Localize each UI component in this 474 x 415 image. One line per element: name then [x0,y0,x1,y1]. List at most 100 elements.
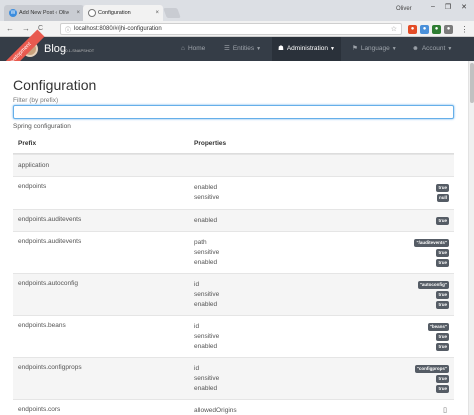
window-close-icon[interactable]: ✕ [457,3,471,11]
page-icon [88,9,96,17]
property-value-badge: true [436,217,449,225]
nav-language[interactable]: ⚑ Language ▼ [352,37,397,61]
property-name: id [194,323,200,330]
property-value-badge: true [436,333,449,341]
browser-menu-icon[interactable]: ⋮ [460,25,469,34]
property-line: id "autoconfig" [194,280,449,290]
flag-icon: ⚑ [352,45,358,52]
extension-icon[interactable]: ● [432,25,441,34]
property-name: sensitive [194,291,220,298]
extension-icon[interactable]: ● [420,25,429,34]
nav-label: Account [421,45,446,52]
caret-down-icon: ▼ [391,46,397,52]
browser-tab-strip: W Add New Post ‹ Oliver's × Configuratio… [0,0,474,21]
nav-account[interactable]: ☻ Account ▼ [412,37,452,61]
back-icon[interactable]: ← [6,24,14,34]
users-icon: ☗ [278,45,284,52]
scrollbar-thumb[interactable] [470,63,474,103]
forward-icon[interactable]: → [22,24,30,34]
row-prefix: endpoints.beans [18,322,66,329]
property-line: sensitive true [194,290,449,300]
property-value-badge: true [436,184,449,192]
caret-down-icon: ▼ [447,46,453,52]
table-row: endpoints enabled true sensitive null [13,176,454,209]
property-line: sensitive true [194,332,449,342]
table-row: endpoints.corsallowedOrigins▯maxAge1800 [13,399,454,415]
new-tab-button[interactable] [163,8,181,18]
nav-label: Language [360,45,390,52]
configuration-table: Prefix Properties application endpoints en… [13,134,454,415]
page-scrollbar[interactable] [468,61,474,415]
property-name: id [194,281,200,288]
extension-icon[interactable]: ● [408,25,417,34]
property-line: enabled true [194,342,449,352]
address-bar-row: ← → C ⓘ localhost:8080/#/jhi-configurati… [0,21,474,37]
table-row: endpoints.autoconfig id "autoconfig" sensit… [13,273,454,315]
nav-administration[interactable]: ☗ Administration ▼ [272,37,341,61]
column-header-prefix[interactable]: Prefix [18,140,36,147]
caret-down-icon: ▼ [256,46,262,52]
filter-label: Filter (by prefix) [13,97,59,104]
row-prefix: endpoints.cors [18,406,61,413]
tab-title: Configuration [98,10,131,16]
property-value-badge: true [436,301,449,309]
property-line: id "beans" [194,322,449,332]
table-body: application endpoints enabled true sensitive… [13,154,454,415]
nav-home[interactable]: ⌂ Home [181,37,205,61]
property-name: sensitive [194,333,220,340]
property-name: path [194,239,207,246]
property-value-badge: true [436,375,449,383]
table-header: Prefix Properties [13,134,454,154]
property-line: enabled true [194,300,449,310]
caret-down-icon: ▼ [330,46,335,52]
bookmark-star-icon[interactable]: ☆ [391,25,397,33]
home-icon: ⌂ [181,45,185,52]
nav-entities[interactable]: ☰ Entities ▼ [224,37,261,61]
property-name: sensitive [194,194,220,201]
property-value-badge: "/auditevents" [414,239,449,247]
property-name: allowedOrigins [194,407,237,414]
property-line: enabled true [194,183,449,193]
nav-label: Entities [232,45,255,52]
url-input[interactable]: ⓘ localhost:8080/#/jhi-configuration ☆ [60,23,402,35]
property-name: enabled [194,217,218,224]
close-icon[interactable]: × [76,5,80,21]
property-name: enabled [194,343,218,350]
table-row: endpoints.auditevents path "/auditevents" s… [13,231,454,273]
column-header-properties[interactable]: Properties [194,140,226,147]
property-line: sensitive true [194,374,449,384]
property-value-badge: null [437,194,449,202]
browser-tab-add-new-post[interactable]: W Add New Post ‹ Oliver's × [4,5,84,21]
extension-icon[interactable]: ● [444,25,453,34]
property-value-badge: "beans" [427,323,449,331]
filter-input[interactable] [13,105,454,119]
minimize-icon[interactable]: – [426,3,440,10]
property-line: enabled true [194,384,449,394]
browser-tab-configuration[interactable]: Configuration × [83,5,163,21]
row-prefix: endpoints.configprops [18,364,82,371]
table-row: endpoints.beans id "beans" sensitive true ena… [13,315,454,357]
page-title: Configuration [13,77,97,93]
nav-label: Administration [286,45,329,52]
maximize-icon[interactable]: ❐ [441,3,455,11]
property-value-badge: true [436,291,449,299]
main-content: Configuration Filter (by prefix) Spring … [0,61,474,415]
section-title: Spring configuration [13,123,71,130]
close-icon[interactable]: × [155,5,159,21]
list-icon: ☰ [224,45,230,52]
property-name: enabled [194,259,218,266]
property-name: sensitive [194,249,220,256]
user-icon: ☻ [412,45,419,52]
property-value-badge: true [436,249,449,257]
row-prefix: application [18,162,50,169]
table-row: endpoints.configprops id "configprops" sens… [13,357,454,399]
property-name: enabled [194,301,218,308]
info-icon: ⓘ [65,28,72,34]
row-prefix: endpoints.auditevents [18,216,82,223]
browser-user-name[interactable]: Oliver [396,6,412,12]
row-prefix: endpoints.auditevents [18,238,82,245]
nav-label: Home [187,45,206,52]
row-prefix: endpoints [18,183,47,190]
property-line: enabled true [194,216,449,226]
property-line: enabled true [194,258,449,268]
